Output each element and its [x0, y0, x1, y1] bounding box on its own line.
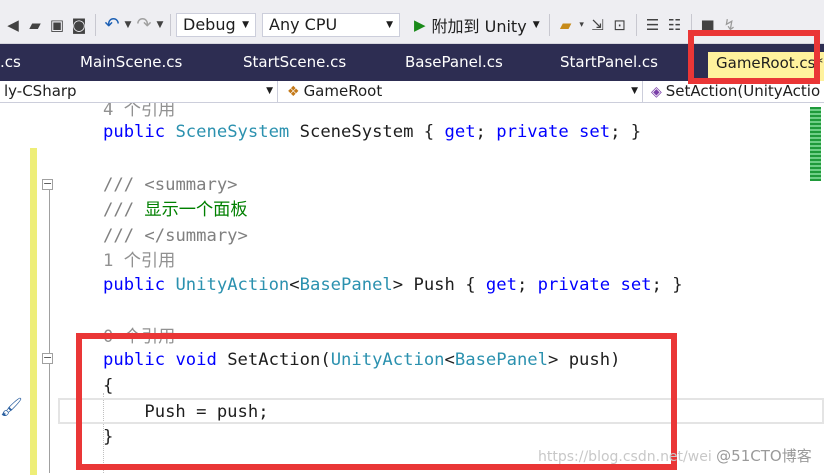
chevron-down-icon: ▼ — [266, 86, 273, 96]
code-line: { — [103, 376, 114, 396]
code-line: /// 显示一个面板 — [103, 200, 248, 220]
chevron-down-icon: ▼ — [386, 19, 393, 30]
project-label: ly-CSharp — [4, 82, 77, 100]
code-line: Push = push; — [103, 402, 269, 422]
type-dropdown[interactable]: ❖ GameRoot ▼ — [283, 81, 643, 102]
quick-actions-icon[interactable]: 🖌 — [0, 397, 23, 418]
watermark-url: https://blog.csdn.net/wei — [538, 449, 712, 465]
code-line: public UnityAction<BasePanel> Push { get… — [103, 275, 683, 295]
chevron-down-icon: ▼ — [532, 19, 540, 30]
navigation-bar: ly-CSharp ▼ ❖ GameRoot ▼ ◈ SetAction(Unity… — [0, 81, 824, 103]
scrollbar-map-thumb[interactable] — [810, 107, 821, 181]
method-icon: ◈ — [651, 84, 662, 100]
overflow-icon[interactable]: ▾ — [577, 20, 587, 30]
collapse-summary-icon[interactable]: − — [42, 178, 53, 190]
member-label: SetAction(UnityActio — [665, 82, 821, 100]
toolbar-separator — [548, 13, 550, 36]
tab-mainscene[interactable]: MainScene.cs — [80, 44, 182, 81]
project-dropdown[interactable]: ly-CSharp ▼ — [0, 81, 278, 102]
toolbar-separator — [635, 13, 637, 36]
tab-partial[interactable]: .cs — [0, 44, 21, 81]
class-icon: ❖ — [287, 84, 300, 100]
redo-dropdown-icon[interactable]: ▼ — [155, 20, 165, 30]
navigate-back-icon[interactable]: ◀ — [3, 14, 23, 36]
attach-to-unity-button[interactable]: ▶ 附加到 Unity ▼ — [410, 12, 544, 38]
configuration-value: Debug — [183, 15, 236, 34]
code-line: } — [103, 427, 114, 447]
find-in-files-icon[interactable]: ▰ — [556, 14, 576, 36]
save-icon[interactable]: ▣ — [47, 14, 67, 36]
member-dropdown[interactable]: ◈ SetAction(UnityActio — [647, 81, 824, 102]
platform-dropdown[interactable]: Any CPU ▼ — [262, 12, 400, 37]
step-into-icon[interactable]: ⇲ — [588, 14, 608, 36]
toolbar-separator — [690, 13, 692, 36]
attach-label: 附加到 Unity — [431, 16, 527, 36]
tab-basepanel[interactable]: BasePanel.cs — [405, 44, 503, 81]
play-icon: ▶ — [414, 15, 426, 34]
change-tracking-bar — [30, 148, 37, 475]
chevron-down-icon: ▼ — [242, 19, 249, 30]
platform-value: Any CPU — [269, 15, 338, 34]
code-line: /// </summary> — [103, 226, 248, 246]
collapse-method-icon[interactable]: − — [42, 352, 53, 364]
toolbar-separator — [95, 13, 96, 36]
open-folder-icon[interactable]: ▰ — [25, 14, 45, 36]
document-tab-bar: .cs MainScene.cs StartScene.cs BasePanel… — [0, 44, 824, 81]
outline-line — [49, 183, 50, 473]
type-label: GameRoot — [303, 82, 383, 100]
watermark: https://blog.csdn.net/wei @51CTO博客 — [538, 445, 812, 466]
tab-startscene[interactable]: StartScene.cs — [243, 44, 346, 81]
tab-gameroot[interactable]: GameRoot.cs* — [708, 52, 824, 81]
undo-dropdown-icon[interactable]: ▼ — [123, 20, 133, 30]
code-line: /// <summary> — [103, 175, 238, 195]
undo-icon[interactable]: ↶ — [102, 14, 122, 36]
tab-startpanel[interactable]: StartPanel.cs — [560, 44, 658, 81]
code-editor[interactable]: − − 🖌 4 个引用 public SceneSystem SceneSyst… — [0, 103, 824, 475]
watermark-brand: @51CTO博客 — [716, 447, 812, 465]
uncomment-lines-icon[interactable]: ☷ — [665, 14, 685, 36]
configuration-dropdown[interactable]: Debug ▼ — [176, 12, 256, 37]
code-line: public void SetAction(UnityAction<BasePa… — [103, 350, 621, 370]
chevron-down-icon: ▼ — [631, 86, 638, 96]
toolbar: ◀ ▰ ▣ ◙ ↶ ▼ ↷ ▼ Debug ▼ Any CPU ▼ ▶ 附加到 … — [0, 6, 824, 44]
comment-lines-icon[interactable]: ☰ — [643, 14, 663, 36]
stop-icon[interactable]: ■ — [698, 14, 718, 36]
code-lens-references[interactable]: 1 个引用 — [103, 249, 175, 273]
redo-icon[interactable]: ↷ — [134, 14, 154, 36]
save-all-icon[interactable]: ◙ — [69, 14, 89, 36]
code-lens-references[interactable]: 0 个引用 — [103, 325, 175, 349]
format-icon[interactable]: ⊡ — [610, 14, 630, 36]
code-line: public SceneSystem SceneSystem { get; pr… — [103, 122, 642, 142]
restart-icon[interactable]: ↯ — [720, 14, 740, 36]
toolbar-separator — [170, 13, 171, 36]
